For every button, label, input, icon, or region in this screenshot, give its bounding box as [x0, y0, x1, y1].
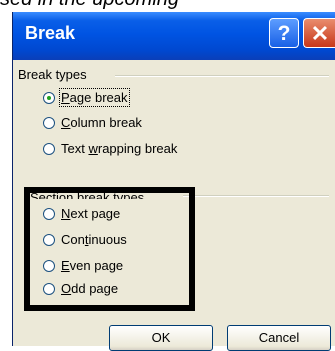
text-wrapping-break-label[interactable]: Text wrapping break — [61, 141, 177, 156]
dialog-title: Break — [25, 23, 76, 43]
section-break-group-line — [183, 195, 329, 197]
background-caption-text: sed in the upcoming — [0, 0, 335, 12]
page-break-label[interactable]: Page break — [59, 88, 130, 107]
cancel-button[interactable]: Cancel — [227, 325, 331, 351]
ok-button[interactable]: OK — [109, 325, 213, 351]
close-icon: ✕ — [310, 21, 330, 46]
help-button[interactable]: ? — [269, 18, 299, 48]
annotation-highlight-box — [24, 187, 195, 311]
radio-text-wrapping-break-button[interactable] — [43, 143, 55, 155]
section-break-types-heading: Section break types — [30, 190, 145, 199]
title-bar[interactable]: Break ? ✕ — [13, 12, 335, 60]
column-break-label[interactable]: Column break — [61, 115, 142, 130]
break-types-heading: Break types — [18, 67, 87, 82]
radio-page-break-button[interactable] — [43, 92, 55, 104]
help-icon: ? — [277, 22, 291, 45]
break-dialog: Break ? ✕ Break types Page break Column … — [12, 12, 335, 351]
close-button[interactable]: ✕ — [303, 18, 335, 48]
radio-column-break-button[interactable] — [43, 117, 55, 129]
radio-selected-dot — [47, 96, 51, 100]
break-types-group-line — [115, 75, 329, 77]
